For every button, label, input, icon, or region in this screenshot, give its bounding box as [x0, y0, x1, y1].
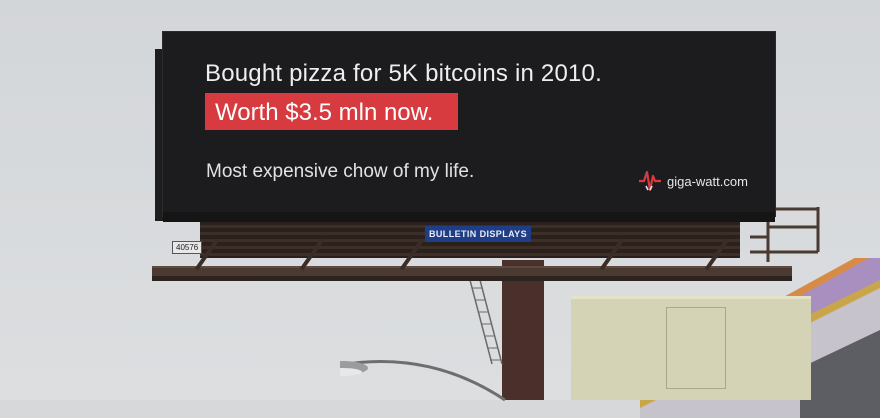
highlight-box: Worth $3.5 mln now. — [205, 93, 458, 130]
panel-number: 40576 — [172, 241, 203, 254]
operator-label: BULLETIN DISPLAYS — [425, 226, 531, 242]
street-lamp — [340, 360, 506, 402]
billboard: Bought pizza for 5K bitcoins in 2010. Wo… — [163, 32, 775, 216]
billboard-headline: Bought pizza for 5K bitcoins in 2010. — [205, 60, 602, 87]
billboard-tagline: Most expensive chow of my life. — [206, 161, 475, 182]
highlight-text: Worth $3.5 mln now. — [215, 99, 434, 126]
brand-website: giga-watt.com — [667, 173, 748, 189]
catwalk-edge — [152, 276, 792, 281]
brand-logo: giga-watt.com — [637, 169, 748, 193]
building-door — [666, 307, 726, 389]
giga-watt-logo-icon — [639, 170, 661, 192]
billboard-bottom-edge — [163, 212, 775, 222]
